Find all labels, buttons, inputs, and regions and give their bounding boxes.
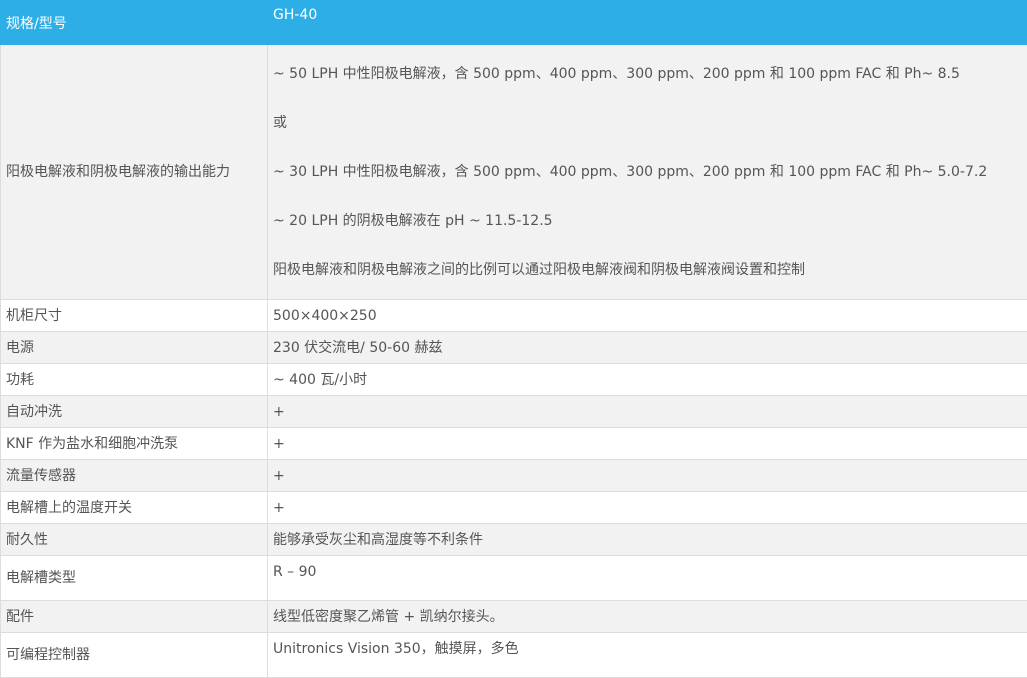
output-line-ratio: 阳极电解液和阴极电解液之间的比例可以通过阳极电解液阀和阴极电解液阀设置和控制 [273,246,1022,295]
row-value: ~ 400 瓦/小时 [268,364,1027,396]
spec-table-body: 阳极电解液和阴极电解液的输出能力 ~ 50 LPH 中性阳极电解液，含 500 … [1,45,1027,678]
table-row-temperature-switch: 电解槽上的温度开关 + [1,492,1027,524]
row-label: 机柜尺寸 [1,300,268,332]
row-value: + [268,396,1027,428]
row-value: 能够承受灰尘和高湿度等不利条件 [268,524,1027,556]
spec-table: 规格/型号 GH-40 阳极电解液和阴极电解液的输出能力 ~ 50 LPH 中性… [0,0,1027,678]
table-row-cabinet-size: 机柜尺寸 500×400×250 [1,300,1027,332]
table-row-plc: 可编程控制器 Unitronics Vision 350，触摸屏，多色 [1,633,1027,678]
spec-model-label: 规格/型号 [1,1,268,45]
table-row-cell-type: 电解槽类型 R – 90 [1,556,1027,601]
row-label: 耐久性 [1,524,268,556]
row-label: 功耗 [1,364,268,396]
table-row-durability: 耐久性 能够承受灰尘和高湿度等不利条件 [1,524,1027,556]
row-value: R – 90 [268,556,1027,601]
row-value: + [268,428,1027,460]
row-value: 500×400×250 [268,300,1027,332]
row-label: 配件 [1,601,268,633]
table-row-power-supply: 电源 230 伏交流电/ 50-60 赫兹 [1,332,1027,364]
output-line-50lph: ~ 50 LPH 中性阳极电解液，含 500 ppm、400 ppm、300 p… [273,50,1022,99]
table-row-accessories: 配件 线型低密度聚乙烯管 + 凯纳尔接头。 [1,601,1027,633]
row-label: 电解槽上的温度开关 [1,492,268,524]
row-label: 电源 [1,332,268,364]
output-line-30lph: ~ 30 LPH 中性阳极电解液，含 500 ppm、400 ppm、300 p… [273,148,1022,197]
output-line-or: 或 [273,99,1022,148]
table-row-flow-sensor: 流量传感器 + [1,460,1027,492]
row-value: + [268,492,1027,524]
row-value: Unitronics Vision 350，触摸屏，多色 [268,633,1027,678]
table-row-knf-pump: KNF 作为盐水和细胞冲洗泵 + [1,428,1027,460]
row-label: 可编程控制器 [1,633,268,678]
output-line-20lph: ~ 20 LPH 的阴极电解液在 pH ~ 11.5-12.5 [273,197,1022,246]
model-value: GH-40 [268,1,1027,45]
row-label: 自动冲洗 [1,396,268,428]
output-capacity-cell: ~ 50 LPH 中性阳极电解液，含 500 ppm、400 ppm、300 p… [268,45,1027,300]
row-value: + [268,460,1027,492]
header-row: 规格/型号 GH-40 [1,1,1027,45]
spec-table-header: 规格/型号 GH-40 [1,1,1027,45]
row-label: 阳极电解液和阴极电解液的输出能力 [1,45,268,300]
table-row-power-consumption: 功耗 ~ 400 瓦/小时 [1,364,1027,396]
table-row-output-capacity: 阳极电解液和阴极电解液的输出能力 ~ 50 LPH 中性阳极电解液，含 500 … [1,45,1027,300]
table-row-auto-flush: 自动冲洗 + [1,396,1027,428]
row-value: 线型低密度聚乙烯管 + 凯纳尔接头。 [268,601,1027,633]
row-value: 230 伏交流电/ 50-60 赫兹 [268,332,1027,364]
row-label: 电解槽类型 [1,556,268,601]
row-label: KNF 作为盐水和细胞冲洗泵 [1,428,268,460]
row-label: 流量传感器 [1,460,268,492]
